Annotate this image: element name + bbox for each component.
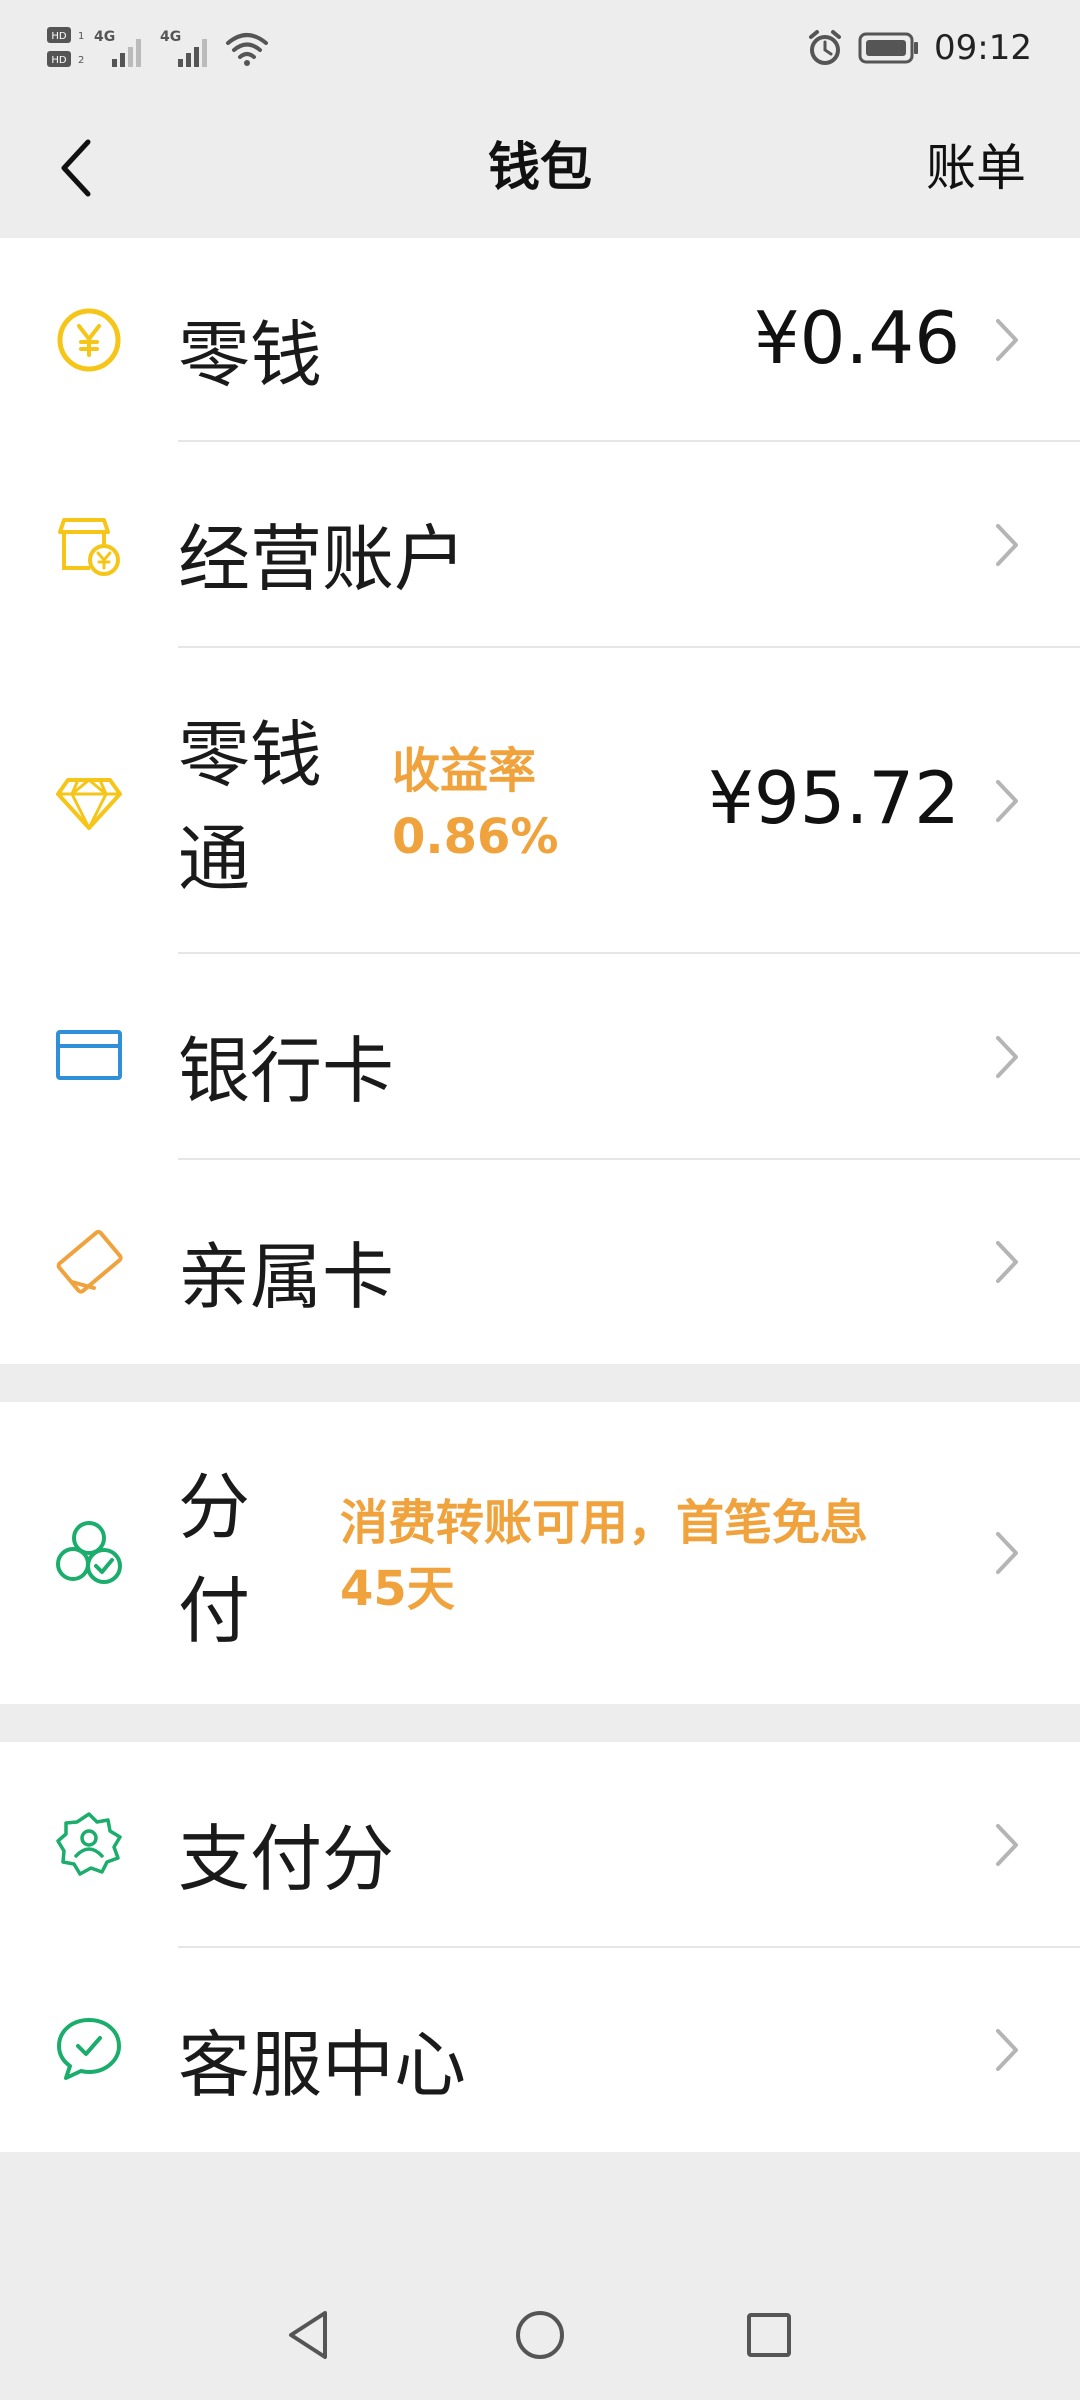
signal-4g-icon: 4G (94, 29, 141, 67)
row-label: 零钱 (178, 313, 323, 397)
row-pay-score[interactable]: 支付分 (0, 1742, 1080, 1948)
signal-4g-icon-2: 4G (160, 29, 207, 67)
yield-rate-label: 收益率 (392, 743, 537, 799)
row-family-card[interactable]: 亲属卡 (0, 1160, 1080, 1364)
system-back-button[interactable] (264, 2290, 354, 2380)
wallet-group-service: 支付分 客服中心 (0, 1742, 1080, 2152)
triangle-back-icon (289, 2311, 327, 2359)
row-bank-card[interactable]: 银行卡 (0, 954, 1080, 1160)
chevron-right-icon (996, 1824, 1018, 1866)
wallet-group-fenfu: 分 付 消费转账可用，首笔免息 45天 (0, 1402, 1080, 1704)
status-left: HD HD 1 2 4G 4G (46, 24, 270, 72)
pay-score-icon (54, 1810, 124, 1880)
yuan-coin-icon (54, 305, 124, 375)
fenfu-promo-line2: 45天 (340, 1561, 455, 1617)
chevron-right-icon (996, 319, 1018, 361)
row-change[interactable]: 零钱 ¥0.46 (0, 238, 1080, 442)
status-bar: HD HD 1 2 4G 4G 09:12 (0, 0, 1080, 100)
fenfu-icon (54, 1518, 124, 1588)
row-label-line2: 付 (178, 1569, 251, 1653)
change-balance: ¥0.46 (753, 296, 960, 380)
yield-rate-value: 0.86% (392, 809, 559, 865)
chevron-right-icon (996, 2029, 1018, 2071)
wifi-icon (226, 33, 268, 66)
chevron-right-icon (996, 524, 1018, 566)
chevron-right-icon (996, 1241, 1018, 1283)
change-plus-balance: ¥95.72 (708, 756, 960, 840)
row-change-plus[interactable]: 零钱 通 收益率 0.86% ¥95.72 (0, 648, 1080, 954)
row-fenfu[interactable]: 分 付 消费转账可用，首笔免息 45天 (0, 1402, 1080, 1704)
row-label: 支付分 (178, 1817, 395, 1901)
chevron-right-icon (996, 1036, 1018, 1078)
row-label-line1: 零钱 (178, 713, 323, 797)
status-right: 09:12 (806, 24, 1032, 72)
row-label: 亲属卡 (178, 1235, 395, 1319)
system-home-button[interactable] (495, 2290, 585, 2380)
alarm-icon (809, 30, 842, 65)
status-time: 09:12 (934, 28, 1032, 68)
row-label: 客服中心 (178, 2023, 467, 2107)
fenfu-promo-line1: 消费转账可用，首笔免息 (340, 1495, 869, 1551)
battery-icon (858, 32, 919, 64)
svg-text:4G: 4G (160, 29, 181, 45)
page-title: 钱包 (487, 138, 592, 198)
chevron-right-icon (996, 780, 1018, 822)
system-recents-button[interactable] (724, 2290, 814, 2380)
customer-service-icon (54, 2014, 124, 2084)
svg-text:1: 1 (78, 31, 84, 42)
square-recents-icon (747, 2313, 791, 2357)
circle-home-icon (516, 2311, 564, 2359)
row-label: 经营账户 (178, 517, 467, 601)
row-label-line2: 通 (178, 817, 251, 901)
svg-text:2: 2 (78, 55, 84, 66)
nav-bar: 钱包 账单 (0, 100, 1080, 236)
diamond-icon (54, 766, 124, 836)
row-label: 银行卡 (178, 1029, 395, 1113)
row-label-line1: 分 (178, 1465, 251, 1549)
wallet-group-main: 零钱 ¥0.46 经营账户 零钱 通 收益率 0.86% ¥95.72 银行卡 … (0, 238, 1080, 1364)
chevron-right-icon (996, 1532, 1018, 1574)
bill-button[interactable]: 账单 (926, 100, 1026, 236)
system-nav-bar (0, 2270, 1080, 2400)
bank-card-icon (54, 1020, 124, 1090)
hd-icon: HD HD 1 2 (47, 27, 84, 67)
svg-text:4G: 4G (94, 29, 115, 45)
svg-text:HD: HD (51, 55, 67, 66)
row-business-account[interactable]: 经营账户 (0, 442, 1080, 648)
family-card-icon (54, 1226, 124, 1296)
shop-account-icon (54, 508, 124, 578)
row-customer-service[interactable]: 客服中心 (0, 1948, 1080, 2152)
svg-text:HD: HD (51, 31, 67, 42)
